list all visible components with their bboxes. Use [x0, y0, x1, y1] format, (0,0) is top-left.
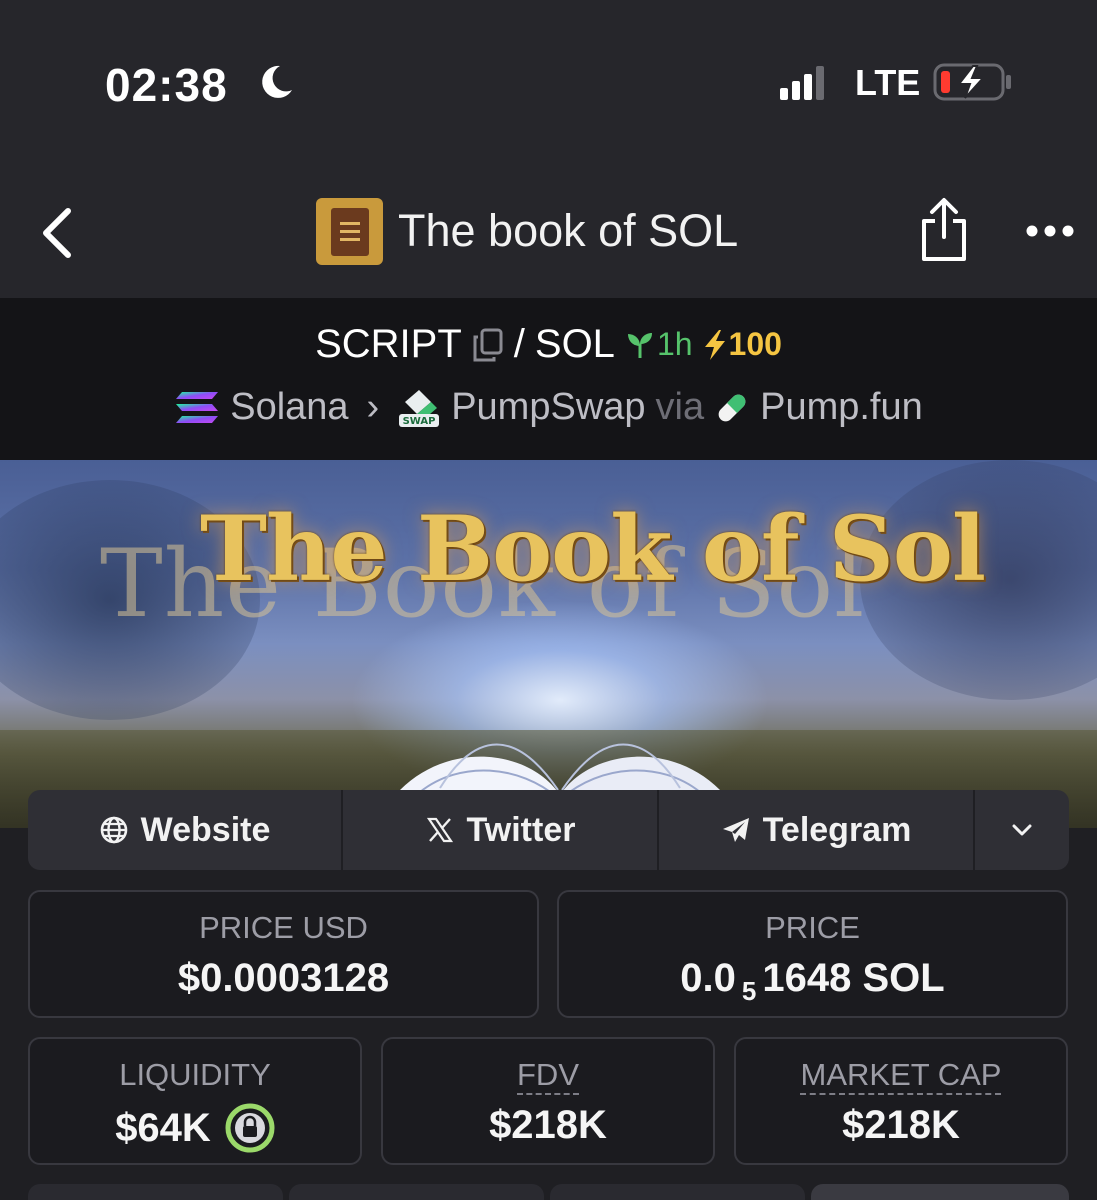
price-native-suffix: 1648 SOL [762, 956, 945, 1000]
quote-token-symbol: SOL [534, 322, 615, 366]
fdv-card[interactable]: FDV $218K [381, 1037, 715, 1165]
globe-icon [100, 816, 127, 844]
website-link-button[interactable]: Website [28, 790, 343, 870]
price-native-label: PRICE [765, 910, 860, 945]
fdv-value: $218K [489, 1103, 607, 1147]
fdv-label: FDV [517, 1057, 579, 1092]
twitter-link-button[interactable]: Twitter [343, 790, 659, 870]
liquidity-value: $64K [115, 1105, 211, 1150]
timeframe-tab[interactable] [550, 1184, 805, 1200]
base-token-symbol: SCRIPT [315, 322, 462, 366]
website-label: Website [140, 810, 271, 849]
chevron-right-icon: › [366, 386, 380, 428]
pair-header: SCRIPT / SOL 1h 100 Solana › SWAP PumpSw… [0, 298, 1097, 460]
market-cap-card[interactable]: MARKET CAP $218K [734, 1037, 1068, 1165]
timeframe-tab[interactable] [28, 1184, 283, 1200]
liquidity-value-row: $64K [30, 1103, 360, 1153]
market-cap-value: $218K [842, 1103, 960, 1147]
more-options-icon[interactable] [1024, 220, 1076, 242]
launchpad-name[interactable]: Pump.fun [760, 386, 923, 429]
share-icon[interactable] [918, 197, 970, 263]
telegram-icon [722, 818, 749, 842]
chevron-down-icon [1012, 824, 1032, 836]
pair-separator: / [513, 322, 525, 366]
telegram-label: Telegram [762, 810, 912, 849]
route-line: Solana › SWAP PumpSwap via Pump.fun [0, 386, 1097, 429]
boost-badge[interactable]: 100 [703, 326, 782, 363]
price-usd-label: PRICE USD [199, 910, 368, 945]
liquidity-locked-icon[interactable] [225, 1103, 275, 1153]
price-usd-value: $0.0003128 [177, 956, 390, 1000]
timeframe-tab[interactable] [289, 1184, 544, 1200]
pill-icon [718, 394, 746, 421]
price-native-prefix: 0.0 [680, 956, 736, 1000]
dex-name[interactable]: PumpSwap [451, 386, 645, 429]
price-native-card: PRICE 0.0 5 1648 SOL [557, 890, 1068, 1018]
token-logo [316, 198, 383, 265]
back-chevron-icon[interactable] [38, 207, 74, 259]
social-links-bar: Website Twitter Telegram [28, 790, 1069, 870]
pair-line: SCRIPT / SOL 1h 100 [0, 322, 1097, 367]
battery-charging-icon [933, 63, 1011, 101]
sprout-icon [627, 332, 652, 358]
svg-text:SWAP: SWAP [403, 416, 436, 427]
book-icon [330, 207, 369, 256]
price-usd-card: PRICE USD $0.0003128 [28, 890, 539, 1018]
twitter-label: Twitter [466, 810, 576, 849]
pumpswap-logo-icon[interactable]: SWAP [397, 388, 441, 428]
liquidity-card: LIQUIDITY $64K [28, 1037, 362, 1165]
timeframe-tab-active[interactable] [811, 1184, 1069, 1200]
boost-value: 100 [728, 326, 782, 362]
age-value: 1h [656, 326, 693, 362]
telegram-link-button[interactable]: Telegram [659, 790, 975, 870]
x-icon [426, 817, 453, 843]
market-cap-label: MARKET CAP [800, 1057, 1002, 1092]
status-time: 02:38 [105, 59, 228, 111]
chain-name[interactable]: Solana [230, 386, 348, 429]
price-native-zero-count: 5 [741, 976, 757, 1006]
via-label: via [655, 386, 705, 428]
status-bar: 02:38 LTE [0, 0, 1097, 165]
moon-icon [262, 65, 292, 98]
age-badge: 1h [625, 326, 693, 363]
price-native-value: 0.0 5 1648 SOL [559, 956, 1066, 1006]
liquidity-label: LIQUIDITY [119, 1057, 271, 1092]
more-socials-dropdown-button[interactable] [975, 790, 1069, 870]
signal-icon [780, 66, 824, 100]
network-type: LTE [855, 62, 921, 103]
page-title: The book of SOL [398, 205, 739, 256]
nav-bar: The book of SOL [0, 165, 1097, 298]
copy-icon[interactable] [472, 328, 504, 362]
solana-logo-icon[interactable] [174, 390, 220, 426]
banner-title: The Book of Sol [200, 496, 986, 602]
lightning-icon [704, 329, 725, 360]
token-banner-image: The Book of Sol The Book of Sol [0, 460, 1097, 828]
